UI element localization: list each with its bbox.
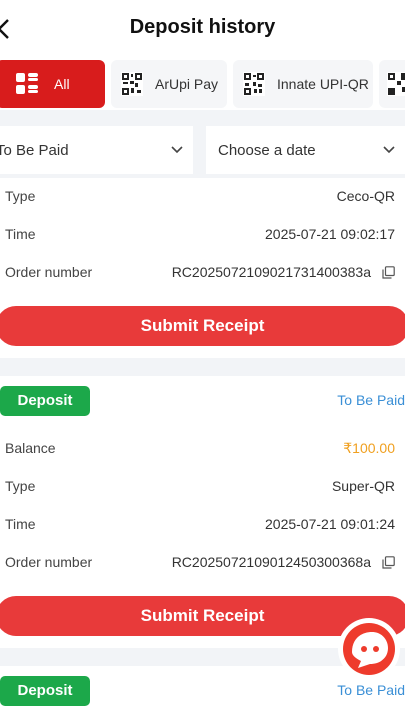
balance-label: Balance [5,440,56,456]
deposit-record-card: Type Ceco-QR Time 2025-07-21 09:02:17 Or… [0,178,405,358]
page-title: Deposit history [129,16,276,38]
type-row: Type Ceco-QR [0,186,405,208]
type-row: Type Super-QR [0,476,405,498]
header: Deposit history [0,0,405,58]
qr-code-icon [243,72,265,96]
type-value: Super-QR [331,478,395,494]
customer-service-chat-icon[interactable] [336,618,402,680]
grid-icon [16,73,38,95]
order-number-label: Order number [5,264,93,280]
status-filter-value: To Be Paid [0,141,69,159]
type-label: Type [5,188,36,204]
time-row: Time 2025-07-21 09:01:24 [0,514,405,536]
deposit-badge: Deposit [0,386,90,416]
type-value: Ceco-QR [336,188,395,204]
tab-label: ArUpi Pay [155,76,219,92]
order-number-row: Order number RC2025072109012450300368a [0,552,405,574]
order-number-value: RC2025072109021731400383a [171,264,371,280]
tab-innate-upi-qr[interactable]: Innate UPI-QR [233,60,373,108]
deposit-badge: Deposit [0,676,90,706]
order-number-label: Order number [5,554,93,570]
copy-icon[interactable] [382,266,395,279]
type-label: Type [5,478,36,494]
status-text: To Be Paid [337,392,405,408]
qr-code-icon [387,72,405,96]
filter-bar: To Be Paid Choose a date [0,120,405,176]
time-label: Time [5,226,36,242]
tab-all[interactable]: All [0,60,105,108]
channel-tabs: All ArUpi Pay Innate UPI-QR [0,58,405,110]
tab-more-channel[interactable] [379,60,405,108]
status-filter-select[interactable]: To Be Paid [0,126,193,174]
order-number-row: Order number RC2025072109021731400383a [0,262,405,284]
chevron-down-icon [171,146,183,154]
date-filter-select[interactable]: Choose a date [206,126,405,174]
deposit-record-card: Deposit To Be Paid Balance ₹100.00 Type … [0,376,405,648]
chevron-down-icon [383,146,395,154]
tab-label: All [54,76,70,92]
order-number-value: RC2025072109012450300368a [171,554,371,570]
time-label: Time [5,516,36,532]
tab-label: Innate UPI-QR [277,76,369,92]
balance-row: Balance ₹100.00 [0,438,405,460]
status-text: To Be Paid [337,682,405,698]
date-filter-placeholder: Choose a date [218,141,316,159]
balance-value: ₹100.00 [343,440,395,456]
qr-code-icon [121,72,143,96]
time-value: 2025-07-21 09:02:17 [265,226,395,242]
submit-receipt-button[interactable]: Submit Receipt [0,306,405,346]
time-row: Time 2025-07-21 09:02:17 [0,224,405,246]
tab-arupi-pay[interactable]: ArUpi Pay [111,60,227,108]
time-value: 2025-07-21 09:01:24 [265,516,395,532]
copy-icon[interactable] [382,556,395,569]
